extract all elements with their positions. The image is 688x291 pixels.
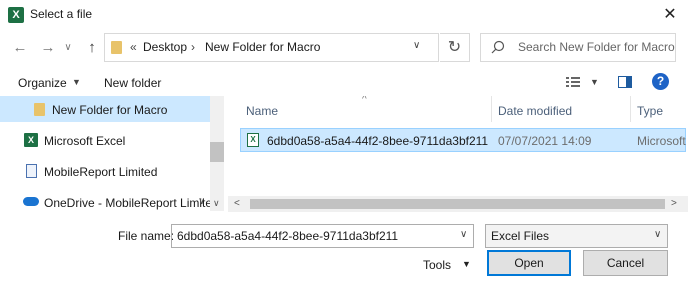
excel-app-icon: X <box>8 7 24 23</box>
recent-locations-chevron-icon[interactable]: ∨ <box>58 38 78 58</box>
organize-caret-icon[interactable]: ▼ <box>72 77 81 87</box>
column-header-name[interactable]: Name <box>246 104 278 118</box>
tools-button[interactable]: Tools <box>423 258 451 272</box>
type-cell: Microsoft <box>637 134 686 148</box>
close-icon[interactable]: ✕ <box>660 5 680 25</box>
file-type-select[interactable]: Excel Files ∨ <box>485 224 668 248</box>
scroll-right-icon[interactable]: > <box>671 198 677 209</box>
up-arrow-icon[interactable]: ↑ <box>82 38 102 58</box>
file-name-label: File name: <box>118 229 175 243</box>
scrollbar-thumb[interactable] <box>250 199 665 209</box>
file-name-dropdown-icon[interactable]: ∨ <box>460 229 467 240</box>
sort-indicator-icon: ^ <box>362 96 367 105</box>
sidebar-item-label: New Folder for Macro <box>52 103 168 117</box>
sidebar-item-mobilereport-limited[interactable]: MobileReport Limited <box>0 159 210 183</box>
file-type-dropdown-icon[interactable]: ∨ <box>654 229 661 240</box>
breadcrumb-separator-icon[interactable]: › <box>191 40 195 54</box>
tools-caret-icon[interactable]: ▼ <box>462 259 471 269</box>
sidebar-scrollbar[interactable]: ∨ <box>210 96 224 211</box>
forward-arrow-icon[interactable]: → <box>38 38 58 58</box>
open-button[interactable]: Open <box>487 250 571 276</box>
sidebar-item-new-folder-for-macro[interactable]: New Folder for Macro <box>0 96 210 122</box>
onedrive-icon <box>23 197 39 206</box>
back-arrow-icon[interactable]: ← <box>10 38 30 58</box>
folder-icon <box>34 103 45 116</box>
file-type-value: Excel Files <box>491 229 550 243</box>
address-bar[interactable]: « Desktop › New Folder for Macro ∨ <box>104 33 439 62</box>
table-row[interactable]: X 6dbd0a58-a5a4-44f2-8bee-9711da3bf211 0… <box>240 128 686 152</box>
excel-file-icon: X <box>247 133 259 147</box>
sidebar-item-microsoft-excel[interactable]: X Microsoft Excel <box>0 128 210 152</box>
address-dropdown-icon[interactable]: ∨ <box>413 40 420 51</box>
sidebar-item-onedrive[interactable]: OneDrive - MobileReport Limite ∨ <box>0 190 213 211</box>
column-divider[interactable] <box>491 96 492 122</box>
column-header-type[interactable]: Type <box>637 104 663 118</box>
breadcrumb-desktop[interactable]: Desktop <box>143 40 187 54</box>
file-name-value: 6dbd0a58-a5a4-44f2-8bee-9711da3bf211 <box>177 229 399 243</box>
column-divider[interactable] <box>630 96 631 122</box>
breadcrumb-current-folder[interactable]: New Folder for Macro <box>205 40 320 54</box>
cancel-button[interactable]: Cancel <box>583 250 668 276</box>
view-options-icon[interactable] <box>566 76 580 88</box>
file-list-scrollbar[interactable]: < > <box>228 196 688 212</box>
new-folder-button[interactable]: New folder <box>104 76 161 90</box>
help-icon[interactable]: ? <box>652 73 669 90</box>
sidebar-item-label: OneDrive - MobileReport Limite <box>44 196 213 210</box>
sidebar-item-label: MobileReport Limited <box>44 165 158 179</box>
refresh-button[interactable]: ↻ <box>440 33 470 62</box>
navigation-pane: New Folder for Macro X Microsoft Excel M… <box>0 96 224 211</box>
preview-pane-icon[interactable] <box>618 76 632 88</box>
folder-icon <box>111 41 122 54</box>
excel-icon: X <box>24 133 38 147</box>
sidebar-item-label: Microsoft Excel <box>44 134 126 148</box>
view-caret-icon[interactable]: ▼ <box>590 77 599 87</box>
file-name-cell: 6dbd0a58-a5a4-44f2-8bee-9711da3bf211 <box>267 134 489 148</box>
scroll-down-icon[interactable]: ∨ <box>213 198 220 209</box>
file-name-field[interactable]: 6dbd0a58-a5a4-44f2-8bee-9711da3bf211 ∨ <box>171 224 474 248</box>
date-modified-cell: 07/07/2021 14:09 <box>498 134 592 148</box>
title-bar: X Select a file ✕ <box>0 0 688 30</box>
document-icon <box>26 164 37 178</box>
search-placeholder: Search New Folder for Macro <box>518 40 675 54</box>
search-icon <box>491 40 505 54</box>
scrollbar-thumb[interactable] <box>210 142 224 162</box>
expand-chevron-icon[interactable]: ∨ <box>198 196 205 207</box>
column-header-date-modified[interactable]: Date modified <box>498 104 572 118</box>
scroll-left-icon[interactable]: < <box>234 198 240 209</box>
overflow-chevron-icon[interactable]: « <box>130 40 137 54</box>
dialog-title: Select a file <box>30 7 93 21</box>
organize-button[interactable]: Organize <box>18 76 67 90</box>
search-input[interactable]: Search New Folder for Macro <box>480 33 676 62</box>
